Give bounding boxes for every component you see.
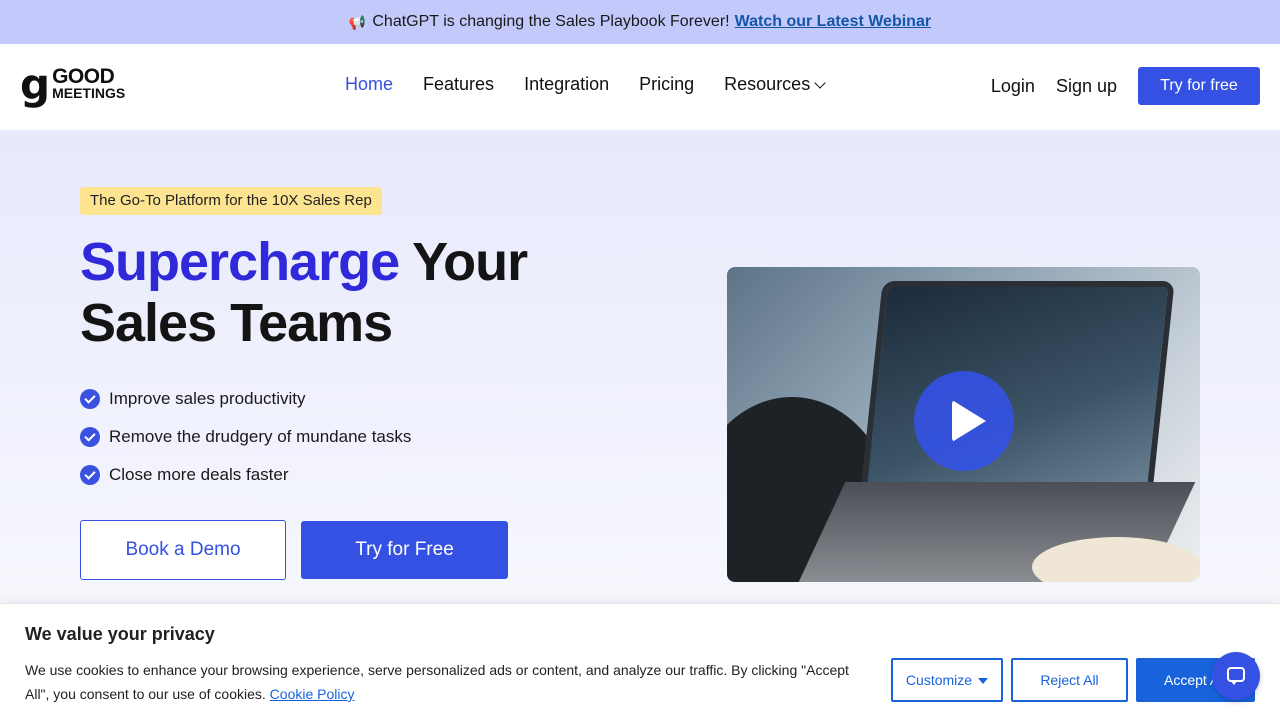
nav-menu: Home Features Integration Pricing Resour… bbox=[345, 74, 854, 95]
customize-button[interactable]: Customize bbox=[891, 658, 1003, 702]
hero-badge: The Go-To Platform for the 10X Sales Rep bbox=[80, 187, 382, 215]
benefit-text: Remove the drudgery of mundane tasks bbox=[109, 427, 412, 446]
login-link[interactable]: Login bbox=[991, 76, 1035, 97]
logo-word-meetings: MEETINGS bbox=[52, 85, 126, 101]
list-item: Remove the drudgery of mundane tasks bbox=[80, 418, 411, 456]
nav-item-pricing[interactable]: Pricing bbox=[639, 74, 694, 95]
webinar-link[interactable]: Watch our Latest Webinar bbox=[735, 13, 931, 31]
nav-item-resources-label: Resources bbox=[724, 74, 811, 94]
cookie-banner: We value your privacy We use cookies to … bbox=[0, 603, 1280, 720]
megaphone-icon: 📢 bbox=[348, 13, 367, 30]
chat-launcher-button[interactable] bbox=[1212, 652, 1260, 700]
check-circle-icon bbox=[80, 465, 100, 485]
chevron-down-icon bbox=[814, 76, 826, 89]
cookie-title: We value your privacy bbox=[25, 624, 215, 644]
headline-accent: Supercharge bbox=[80, 232, 400, 292]
chat-bubble-tail bbox=[1230, 680, 1238, 685]
benefit-text: Improve sales productivity bbox=[109, 389, 306, 408]
benefit-list: Improve sales productivity Remove the dr… bbox=[80, 380, 411, 494]
reject-all-button[interactable]: Reject All bbox=[1011, 658, 1128, 702]
cookie-body: We use cookies to enhance your browsing … bbox=[25, 662, 849, 702]
benefit-text: Close more deals faster bbox=[109, 465, 289, 484]
caret-down-icon bbox=[978, 678, 989, 685]
nav-item-integration[interactable]: Integration bbox=[524, 74, 609, 95]
cookie-text: We use cookies to enhance your browsing … bbox=[25, 658, 865, 706]
check-circle-icon bbox=[80, 389, 100, 409]
announcement-text: ChatGPT is changing the Sales Playbook F… bbox=[372, 13, 730, 30]
logo[interactable]: g GOOD MEETINGS bbox=[20, 60, 126, 109]
cookie-policy-link[interactable]: Cookie Policy bbox=[270, 686, 355, 702]
play-icon[interactable] bbox=[914, 371, 1014, 471]
nav-item-home[interactable]: Home bbox=[345, 74, 393, 95]
main-navigation: g GOOD MEETINGS Home Features Integratio… bbox=[0, 44, 1280, 130]
hero-video[interactable] bbox=[727, 267, 1200, 582]
logo-word-good: GOOD bbox=[52, 65, 115, 88]
logo-wordmark: GOOD MEETINGS bbox=[52, 65, 126, 101]
list-item: Improve sales productivity bbox=[80, 380, 411, 418]
headline-part1: Your bbox=[399, 232, 528, 292]
signup-link[interactable]: Sign up bbox=[1056, 76, 1117, 97]
video-thumbnail-laptop bbox=[865, 287, 1169, 497]
customize-label: Customize bbox=[905, 672, 973, 688]
announcement-bar: 📢 ChatGPT is changing the Sales Playbook… bbox=[0, 0, 1280, 44]
headline-part2: Sales Teams bbox=[80, 293, 393, 353]
book-demo-button[interactable]: Book a Demo bbox=[80, 520, 286, 580]
check-circle-icon bbox=[80, 427, 100, 447]
try-free-hero-button[interactable]: Try for Free bbox=[301, 521, 508, 579]
nav-item-resources[interactable]: Resources bbox=[724, 74, 826, 95]
nav-item-features[interactable]: Features bbox=[423, 74, 494, 95]
nav-actions: Login Sign up Try for free bbox=[991, 67, 1260, 105]
hero-headline: Supercharge Your Sales Teams bbox=[80, 232, 640, 354]
list-item: Close more deals faster bbox=[80, 456, 411, 494]
try-free-nav-button[interactable]: Try for free bbox=[1138, 67, 1260, 105]
logo-mark: g bbox=[20, 60, 51, 109]
